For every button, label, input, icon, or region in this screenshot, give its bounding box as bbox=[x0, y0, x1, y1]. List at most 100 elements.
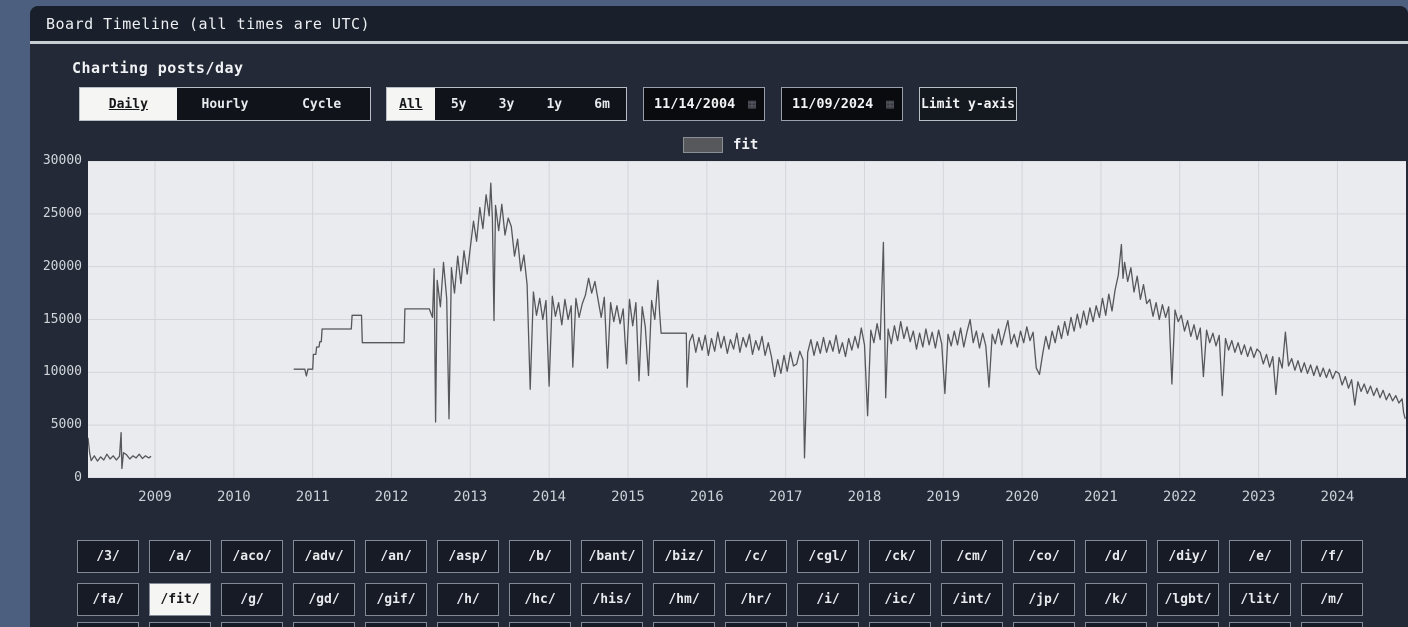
y-tick-label: 15000 bbox=[30, 312, 82, 328]
x-tick-label: 2019 bbox=[913, 488, 973, 506]
board-button-cm[interactable]: /cm/ bbox=[941, 540, 1003, 573]
legend-label: fit bbox=[733, 137, 758, 153]
board-button-gd[interactable]: /gd/ bbox=[293, 583, 355, 616]
calendar-icon[interactable]: ▦ bbox=[886, 98, 894, 111]
y-tick-label: 5000 bbox=[30, 417, 82, 433]
board-button-cgl[interactable]: /cgl/ bbox=[797, 540, 859, 573]
board-button-asp[interactable]: /asp/ bbox=[437, 540, 499, 573]
calendar-icon[interactable]: ▦ bbox=[748, 98, 756, 111]
limit-y-axis-button[interactable]: Limit y-axis bbox=[919, 87, 1017, 121]
range-button-3y[interactable]: 3y bbox=[483, 88, 531, 120]
board-button-fit[interactable]: /fit/ bbox=[149, 583, 211, 616]
board-button-a[interactable]: /a/ bbox=[149, 540, 211, 573]
board-button-his[interactable]: /his/ bbox=[581, 583, 643, 616]
board-button[interactable] bbox=[221, 622, 283, 627]
board-button-int[interactable]: /int/ bbox=[941, 583, 1003, 616]
board-button-f[interactable]: /f/ bbox=[1301, 540, 1363, 573]
board-button-biz[interactable]: /biz/ bbox=[653, 540, 715, 573]
board-button-hr[interactable]: /hr/ bbox=[725, 583, 787, 616]
date-to-input[interactable]: 11/09/2024 ▦ bbox=[781, 87, 903, 121]
board-button[interactable] bbox=[581, 622, 643, 627]
board-button[interactable] bbox=[869, 622, 931, 627]
board-button[interactable] bbox=[365, 622, 427, 627]
board-button-c[interactable]: /c/ bbox=[725, 540, 787, 573]
board-button-d[interactable]: /d/ bbox=[1085, 540, 1147, 573]
x-tick-label: 2014 bbox=[519, 488, 579, 506]
board-button[interactable] bbox=[1085, 622, 1147, 627]
board-button-adv[interactable]: /adv/ bbox=[293, 540, 355, 573]
mode-button-cycle[interactable]: Cycle bbox=[273, 88, 370, 120]
board-button[interactable] bbox=[77, 622, 139, 627]
board-button[interactable] bbox=[797, 622, 859, 627]
x-tick-label: 2018 bbox=[834, 488, 894, 506]
range-button-6m[interactable]: 6m bbox=[578, 88, 626, 120]
board-button-co[interactable]: /co/ bbox=[1013, 540, 1075, 573]
board-button[interactable] bbox=[1013, 622, 1075, 627]
board-button-lit[interactable]: /lit/ bbox=[1229, 583, 1291, 616]
window-title: Board Timeline (all times are UTC) bbox=[46, 15, 370, 33]
board-row-1: /3/ /a/ /aco/ /adv/ /an/ /asp/ /b/ /bant/ /biz/ /… bbox=[77, 540, 1363, 573]
board-button-diy[interactable]: /diy/ bbox=[1157, 540, 1219, 573]
board-button-fa[interactable]: /fa/ bbox=[77, 583, 139, 616]
board-timeline-window: Board Timeline (all times are UTC) Chart… bbox=[30, 6, 1408, 627]
board-button[interactable] bbox=[509, 622, 571, 627]
board-button-hc[interactable]: /hc/ bbox=[509, 583, 571, 616]
board-row-3 bbox=[77, 622, 1363, 627]
x-tick-label: 2015 bbox=[598, 488, 658, 506]
board-button-h[interactable]: /h/ bbox=[437, 583, 499, 616]
board-button-hm[interactable]: /hm/ bbox=[653, 583, 715, 616]
date-from-input[interactable]: 11/14/2004 ▦ bbox=[643, 87, 765, 121]
mode-button-hourly[interactable]: Hourly bbox=[177, 88, 274, 120]
controls-row: DailyHourlyCycle All5y3y1y6m 11/14/2004 … bbox=[30, 87, 1408, 121]
x-tick-label: 2016 bbox=[677, 488, 737, 506]
range-button-5y[interactable]: 5y bbox=[435, 88, 483, 120]
x-tick-label: 2024 bbox=[1307, 488, 1367, 506]
board-button-lgbt[interactable]: /lgbt/ bbox=[1157, 583, 1219, 616]
board-button-bant[interactable]: /bant/ bbox=[581, 540, 643, 573]
range-button-1y[interactable]: 1y bbox=[530, 88, 578, 120]
board-button-jp[interactable]: /jp/ bbox=[1013, 583, 1075, 616]
x-tick-label: 2021 bbox=[1071, 488, 1131, 506]
y-tick-label: 10000 bbox=[30, 364, 82, 380]
board-button-3[interactable]: /3/ bbox=[77, 540, 139, 573]
mode-button-group: DailyHourlyCycle bbox=[79, 87, 371, 121]
board-button[interactable] bbox=[293, 622, 355, 627]
board-button-k[interactable]: /k/ bbox=[1085, 583, 1147, 616]
board-button-ic[interactable]: /ic/ bbox=[869, 583, 931, 616]
board-button[interactable] bbox=[1301, 622, 1363, 627]
board-button[interactable] bbox=[149, 622, 211, 627]
legend-swatch bbox=[683, 137, 723, 153]
board-button[interactable] bbox=[941, 622, 1003, 627]
range-button-group: All5y3y1y6m bbox=[386, 87, 627, 121]
x-tick-label: 2013 bbox=[440, 488, 500, 506]
y-tick-label: 30000 bbox=[30, 153, 82, 169]
board-button-aco[interactable]: /aco/ bbox=[221, 540, 283, 573]
board-button-i[interactable]: /i/ bbox=[797, 583, 859, 616]
date-to-value: 11/09/2024 bbox=[792, 96, 873, 112]
x-tick-label: 2012 bbox=[361, 488, 421, 506]
timeline-chart[interactable] bbox=[88, 161, 1406, 478]
range-button-all[interactable]: All bbox=[387, 88, 435, 120]
y-tick-label: 0 bbox=[30, 470, 82, 486]
mode-button-daily[interactable]: Daily bbox=[80, 88, 177, 120]
board-button[interactable] bbox=[437, 622, 499, 627]
board-button[interactable] bbox=[653, 622, 715, 627]
board-button[interactable] bbox=[1229, 622, 1291, 627]
board-button[interactable] bbox=[1157, 622, 1219, 627]
board-button-e[interactable]: /e/ bbox=[1229, 540, 1291, 573]
board-button-ck[interactable]: /ck/ bbox=[869, 540, 931, 573]
board-button-b[interactable]: /b/ bbox=[509, 540, 571, 573]
board-button-g[interactable]: /g/ bbox=[221, 583, 283, 616]
board-button-gif[interactable]: /gif/ bbox=[365, 583, 427, 616]
x-tick-label: 2011 bbox=[283, 488, 343, 506]
legend-item-fit[interactable]: fit bbox=[683, 137, 758, 153]
board-button[interactable] bbox=[725, 622, 787, 627]
x-tick-label: 2020 bbox=[992, 488, 1052, 506]
board-button-an[interactable]: /an/ bbox=[365, 540, 427, 573]
x-tick-label: 2017 bbox=[756, 488, 816, 506]
window-titlebar: Board Timeline (all times are UTC) bbox=[30, 6, 1408, 44]
board-button-m[interactable]: /m/ bbox=[1301, 583, 1363, 616]
y-tick-label: 20000 bbox=[30, 259, 82, 275]
board-row-2: /fa/ /fit/ /g/ /gd/ /gif/ /h/ /hc/ /his/ /hm/ /hr… bbox=[77, 583, 1363, 616]
x-tick-label: 2023 bbox=[1229, 488, 1289, 506]
